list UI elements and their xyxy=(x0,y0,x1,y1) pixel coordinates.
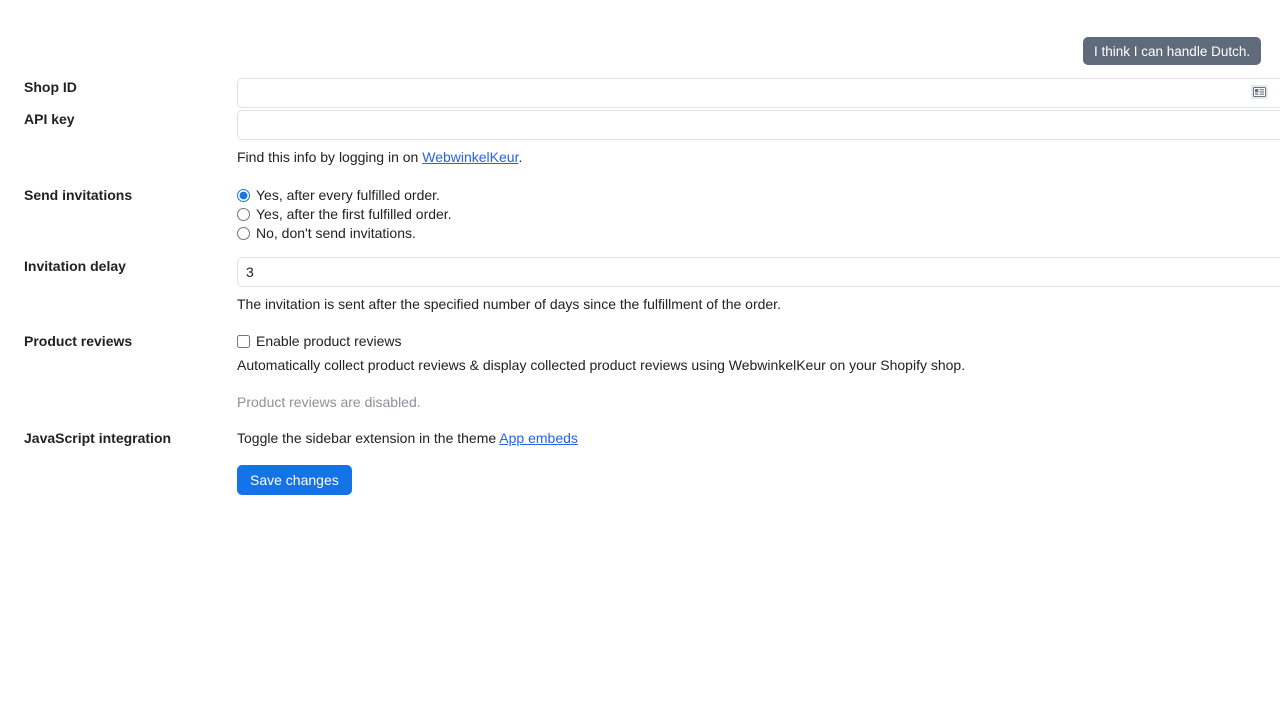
product-reviews-help-text: Automatically collect product reviews & … xyxy=(237,357,966,373)
contact-card-icon[interactable] xyxy=(1251,85,1268,99)
api-key-field-col xyxy=(237,110,1280,140)
field-row-javascript-integration: JavaScript integration Toggle the sideba… xyxy=(0,429,1280,447)
invitation-delay-help-col: The invitation is sent after the specifi… xyxy=(237,295,1280,313)
field-row-send-invitations: Send invitations Yes, after every fulfil… xyxy=(0,186,1280,243)
invitation-delay-help-text: The invitation is sent after the specifi… xyxy=(237,296,781,312)
invitation-delay-help-row: The invitation is sent after the specifi… xyxy=(0,295,1280,313)
radio-first-order-input[interactable] xyxy=(237,208,250,221)
enable-product-reviews-checkbox[interactable] xyxy=(237,335,250,348)
api-key-label: API key xyxy=(24,111,75,127)
javascript-integration-field-col: Toggle the sidebar extension in the them… xyxy=(237,429,1280,447)
field-row-api-key: API key xyxy=(0,110,1280,140)
credentials-help-col: Find this info by logging in on Webwinke… xyxy=(237,148,1280,166)
language-switch-button[interactable]: I think I can handle Dutch. xyxy=(1083,37,1262,65)
product-reviews-help-col: Automatically collect product reviews & … xyxy=(237,356,1280,374)
radio-option-first-order[interactable]: Yes, after the first fulfilled order. xyxy=(237,205,1280,224)
product-reviews-field-col: Enable product reviews xyxy=(237,332,1280,351)
send-invitations-options: Yes, after every fulfilled order. Yes, a… xyxy=(237,186,1280,243)
shop-id-label: Shop ID xyxy=(24,79,77,95)
save-row: Save changes xyxy=(0,465,1280,495)
radio-no-invitations-input[interactable] xyxy=(237,227,250,240)
checkbox-enable-product-reviews[interactable]: Enable product reviews xyxy=(237,332,1280,351)
top-bar: I think I can handle Dutch. xyxy=(0,0,1280,78)
shop-id-input[interactable] xyxy=(237,78,1280,108)
radio-every-order-input[interactable] xyxy=(237,189,250,202)
radio-first-order-label[interactable]: Yes, after the first fulfilled order. xyxy=(256,205,452,224)
javascript-integration-prefix: Toggle the sidebar extension in the them… xyxy=(237,430,500,446)
api-key-input[interactable] xyxy=(237,110,1280,140)
radio-option-no-invitations[interactable]: No, don't send invitations. xyxy=(237,224,1280,243)
radio-no-invitations-label[interactable]: No, don't send invitations. xyxy=(256,224,416,243)
shop-id-input-wrap xyxy=(237,78,1280,108)
javascript-integration-text: Toggle the sidebar extension in the them… xyxy=(237,429,1280,447)
save-changes-button[interactable]: Save changes xyxy=(237,465,352,495)
settings-form: Shop ID API key Find this info by loggin… xyxy=(0,78,1280,495)
product-reviews-status-text: Product reviews are disabled. xyxy=(237,394,421,410)
enable-product-reviews-label[interactable]: Enable product reviews xyxy=(256,332,402,351)
field-row-product-reviews: Product reviews Enable product reviews xyxy=(0,332,1280,351)
invitation-delay-input[interactable] xyxy=(237,257,1280,287)
app-embeds-link[interactable]: App embeds xyxy=(499,430,578,446)
shop-id-field-col xyxy=(237,78,1280,108)
product-reviews-help-row: Automatically collect product reviews & … xyxy=(0,356,1280,374)
product-reviews-label: Product reviews xyxy=(24,333,133,349)
radio-option-every-order[interactable]: Yes, after every fulfilled order. xyxy=(237,186,1280,205)
credentials-help-text: Find this info by logging in on Webwinke… xyxy=(237,148,1280,166)
product-reviews-status-col: Product reviews are disabled. xyxy=(237,393,1280,411)
invitation-delay-field-col xyxy=(237,257,1280,287)
field-row-invitation-delay: Invitation delay xyxy=(0,257,1280,287)
radio-every-order-label[interactable]: Yes, after every fulfilled order. xyxy=(256,186,440,205)
save-col: Save changes xyxy=(237,465,1280,495)
field-row-shop-id: Shop ID xyxy=(0,78,1280,108)
invitation-delay-label: Invitation delay xyxy=(24,258,126,274)
send-invitations-label: Send invitations xyxy=(24,187,133,203)
product-reviews-status-row: Product reviews are disabled. xyxy=(0,393,1280,411)
javascript-integration-label: JavaScript integration xyxy=(24,430,172,446)
credentials-help-suffix: . xyxy=(518,149,523,165)
webwinkelkeur-link[interactable]: WebwinkelKeur xyxy=(422,149,518,165)
credentials-help-row: Find this info by logging in on Webwinke… xyxy=(0,148,1280,166)
credentials-help-prefix: Find this info by logging in on xyxy=(237,149,423,165)
